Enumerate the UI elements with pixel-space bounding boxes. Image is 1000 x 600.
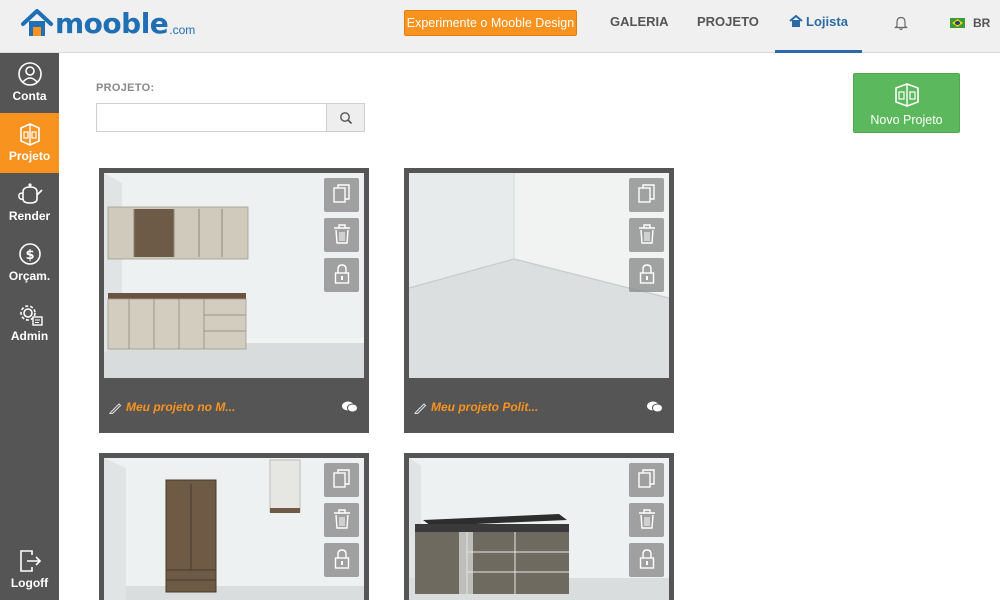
- delete-project-button[interactable]: [629, 218, 664, 252]
- sidebar-item-label: Conta: [12, 89, 47, 103]
- brazil-flag-icon: [950, 18, 965, 28]
- copy-icon: [637, 184, 655, 203]
- new-project-button[interactable]: Novo Projeto: [853, 73, 960, 133]
- project-card[interactable]: Meu projeto Polit...: [404, 168, 674, 433]
- sidebar-item-label: Admin: [10, 329, 49, 343]
- lock-icon: [334, 264, 349, 284]
- project-card[interactable]: [404, 453, 674, 600]
- language-code: BR: [973, 16, 991, 30]
- mooble-logo[interactable]: mooble .com: [20, 7, 195, 39]
- project-name[interactable]: Meu projeto no M...: [126, 400, 235, 414]
- duplicate-project-button[interactable]: [324, 178, 359, 212]
- nav-projeto[interactable]: PROJETO: [697, 0, 759, 53]
- new-project-label: Novo Projeto: [870, 113, 943, 127]
- edit-icon[interactable]: [109, 401, 122, 414]
- sidebar-item-label: Orçam.: [8, 269, 51, 283]
- duplicate-project-button[interactable]: [324, 463, 359, 497]
- sidebar-item-label: Logoff: [10, 576, 49, 590]
- project-name[interactable]: Meu projeto Polit...: [431, 400, 538, 414]
- bell-icon[interactable]: [894, 15, 908, 31]
- user-icon: [17, 62, 42, 86]
- trash-icon: [638, 509, 655, 529]
- lock-project-button[interactable]: [324, 258, 359, 292]
- sidebar-item-admin[interactable]: Admin: [0, 293, 59, 353]
- dollar-icon: $: [18, 243, 41, 265]
- sidebar-item-logoff[interactable]: Logoff: [0, 540, 59, 600]
- delete-project-button[interactable]: [324, 218, 359, 252]
- room-icon: [894, 83, 919, 107]
- project-card[interactable]: Meu projeto no M...: [99, 168, 369, 433]
- lock-project-button[interactable]: [629, 258, 664, 292]
- sidebar-item-projeto[interactable]: Projeto: [0, 113, 59, 173]
- teapot-icon: [17, 183, 43, 204]
- svg-text:$: $: [25, 248, 34, 263]
- comments-icon[interactable]: [646, 400, 664, 414]
- logo-wordmark: mooble: [55, 7, 169, 40]
- comments-icon[interactable]: [341, 400, 359, 414]
- try-mooble-design-button[interactable]: Experimente o Mooble Design: [404, 10, 577, 36]
- sidebar-item-render[interactable]: Render: [0, 173, 59, 233]
- lock-icon: [639, 549, 654, 569]
- language-selector[interactable]: BR: [950, 16, 990, 30]
- trash-icon: [333, 509, 350, 529]
- nav-lojista-label: Lojista: [806, 14, 848, 29]
- nav-galeria[interactable]: GALERIA: [610, 0, 669, 53]
- project-card[interactable]: [99, 453, 369, 600]
- room-icon: [19, 123, 40, 146]
- lock-icon: [334, 549, 349, 569]
- project-search-input[interactable]: [96, 103, 327, 132]
- home-icon: [789, 15, 803, 27]
- sidebar: Conta Projeto Render $ Orçam. Admin Logo…: [0, 53, 59, 600]
- settings-icon: [19, 305, 43, 326]
- delete-project-button[interactable]: [324, 503, 359, 537]
- sidebar-item-label: Render: [8, 209, 51, 223]
- project-filter-label: PROJETO:: [96, 82, 155, 94]
- sidebar-item-label: Projeto: [8, 149, 51, 163]
- nav-lojista[interactable]: Lojista: [775, 0, 862, 53]
- search-button[interactable]: [326, 103, 365, 132]
- trash-icon: [333, 224, 350, 244]
- search-icon: [339, 112, 352, 125]
- duplicate-project-button[interactable]: [629, 178, 664, 212]
- logout-icon: [19, 550, 41, 572]
- sidebar-item-conta[interactable]: Conta: [0, 53, 59, 113]
- trash-icon: [638, 224, 655, 244]
- lock-icon: [639, 264, 654, 284]
- edit-icon[interactable]: [414, 401, 427, 414]
- house-logo-icon: [21, 9, 53, 36]
- copy-icon: [637, 469, 655, 488]
- copy-icon: [332, 469, 350, 488]
- top-bar: mooble .com Experimente o Mooble Design …: [0, 0, 1000, 53]
- duplicate-project-button[interactable]: [629, 463, 664, 497]
- copy-icon: [332, 184, 350, 203]
- sidebar-item-orcamento[interactable]: $ Orçam.: [0, 233, 59, 293]
- lock-project-button[interactable]: [629, 543, 664, 577]
- logo-domain: .com: [169, 23, 196, 37]
- lock-project-button[interactable]: [324, 543, 359, 577]
- delete-project-button[interactable]: [629, 503, 664, 537]
